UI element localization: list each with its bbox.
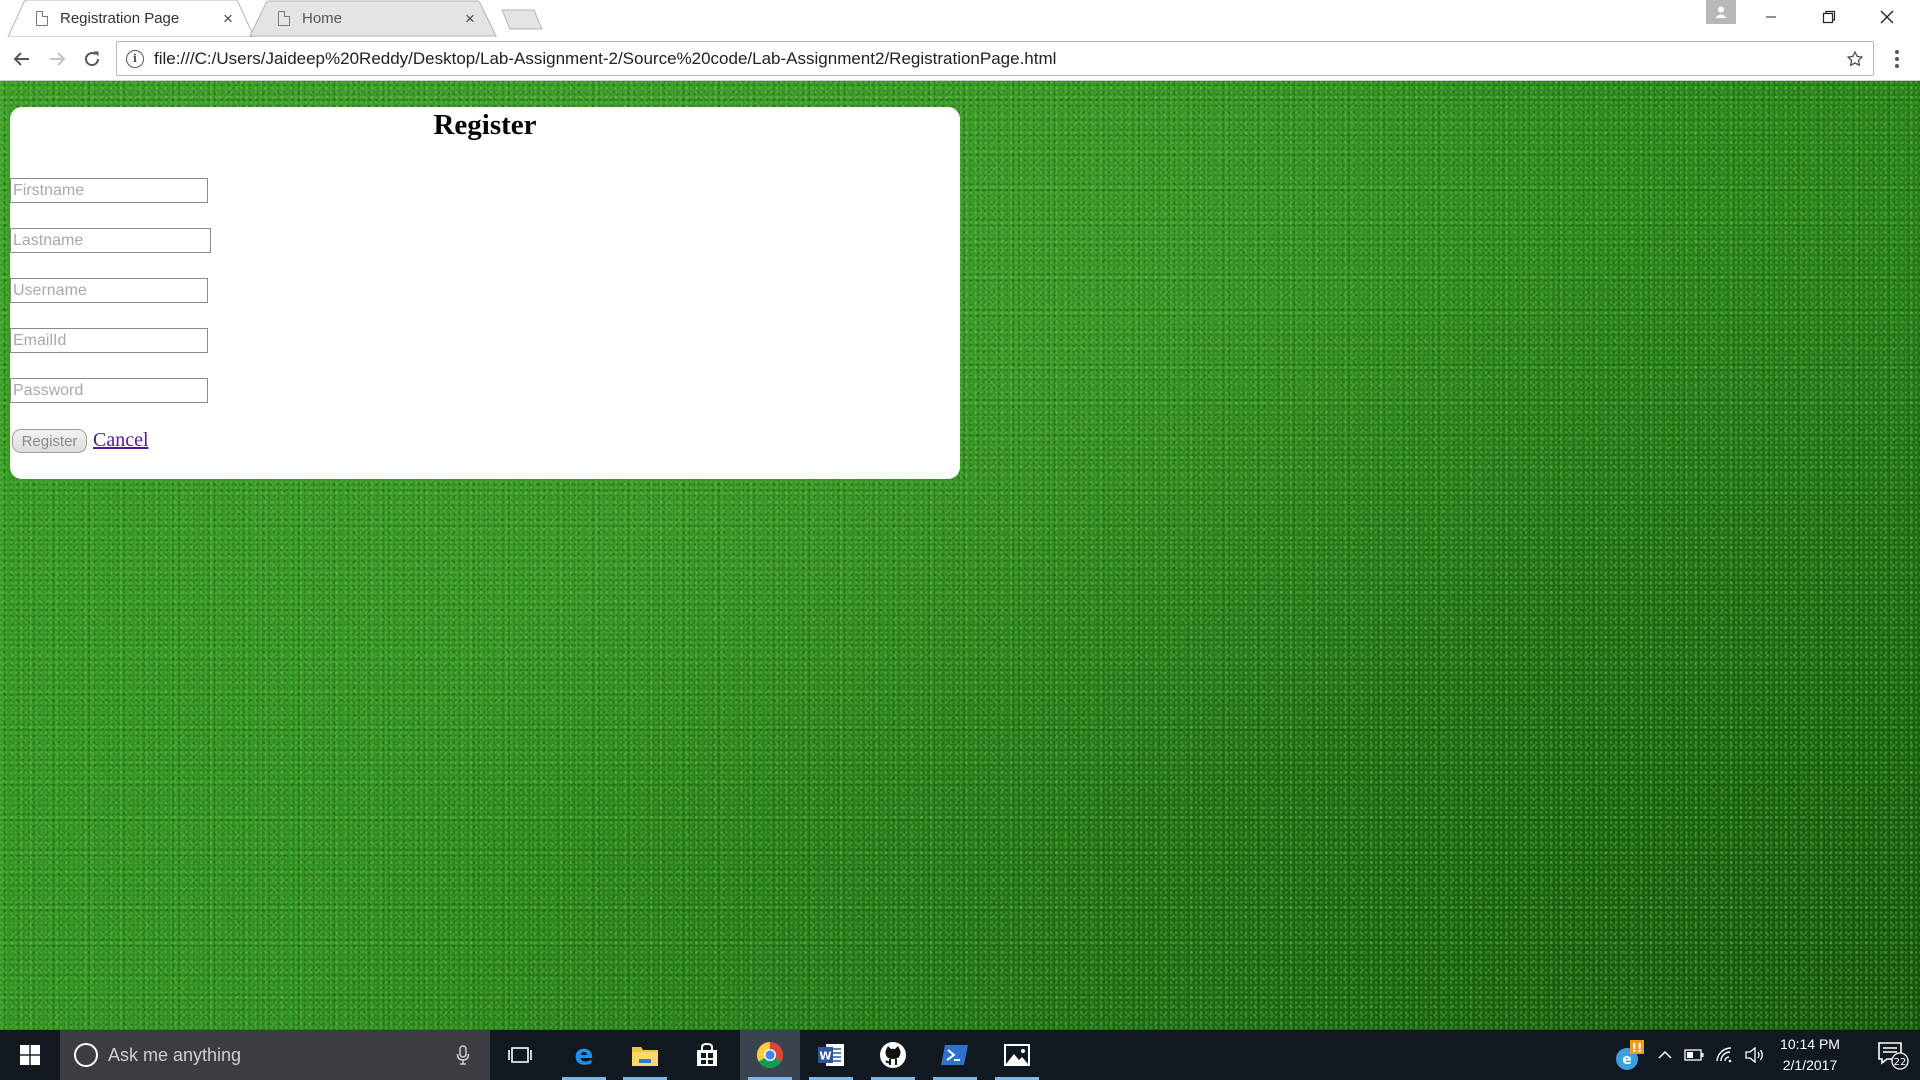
tab-registration-page[interactable]: Registration Page ×: [6, 0, 256, 37]
svg-text:e: e: [575, 1042, 594, 1068]
back-arrow-icon: [13, 52, 29, 66]
file-explorer-icon[interactable]: [615, 1030, 675, 1080]
notification-count: 22: [1894, 1057, 1907, 1068]
wifi-icon[interactable]: [1711, 1030, 1739, 1080]
clock[interactable]: 10:14 PM 2/1/2017: [1760, 1034, 1860, 1076]
password-input[interactable]: [10, 378, 208, 403]
browser-toolbar: i file:///C:/Users/Jaideep%20Reddy/Deskt…: [0, 37, 1920, 81]
edge-icon[interactable]: e: [554, 1030, 614, 1080]
page-icon: [36, 10, 49, 26]
cortana-search-box[interactable]: Ask me anything: [60, 1030, 490, 1080]
star-icon: [1847, 50, 1863, 66]
svg-text:W: W: [819, 1050, 831, 1063]
info-icon[interactable]: i: [126, 49, 144, 68]
clock-time: 10:14 PM: [1780, 1036, 1840, 1052]
powershell-icon[interactable]: [925, 1030, 985, 1080]
action-center-icon[interactable]: 22: [1866, 1030, 1920, 1080]
close-window-button[interactable]: [1858, 0, 1916, 34]
person-icon: [1715, 6, 1727, 18]
lastname-input[interactable]: [10, 228, 211, 253]
profile-button[interactable]: [1706, 0, 1736, 24]
minimize-icon: [1766, 16, 1776, 18]
svg-text:e: e: [1622, 1052, 1632, 1068]
tab-title: Home: [302, 10, 343, 27]
chevron-up-icon[interactable]: [1652, 1030, 1678, 1080]
chrome-menu-button[interactable]: [1880, 43, 1914, 75]
tab-strip: Registration Page × Home ×: [0, 0, 1920, 37]
word-icon[interactable]: W: [801, 1030, 861, 1080]
windows-logo-icon: [20, 1045, 40, 1065]
form-heading: Register: [433, 109, 537, 141]
battery-icon[interactable]: [1680, 1030, 1708, 1080]
start-button[interactable]: [0, 1030, 60, 1080]
close-icon[interactable]: ×: [218, 9, 238, 29]
notifier-badge: !!: [1632, 1041, 1643, 1055]
registration-form: Register Register Cancel: [10, 107, 960, 479]
task-view-icon[interactable]: [490, 1030, 550, 1080]
menu-dot: [1895, 50, 1899, 54]
page-icon: [278, 10, 291, 26]
page-viewport: Register Register Cancel: [0, 81, 1920, 1030]
search-placeholder: Ask me anything: [108, 1044, 242, 1065]
close-icon: [1880, 10, 1894, 24]
tab-home[interactable]: Home ×: [248, 0, 498, 37]
restore-icon: [1822, 10, 1836, 24]
close-icon[interactable]: ×: [460, 9, 480, 29]
back-button[interactable]: [6, 43, 38, 75]
forward-button[interactable]: [41, 43, 73, 75]
cancel-link[interactable]: Cancel: [93, 429, 149, 452]
windows-taskbar: Ask me anything e W e !! 10:14 PM 2/1/20…: [0, 1030, 1920, 1080]
tab-title: Registration Page: [60, 10, 180, 27]
store-icon[interactable]: [677, 1030, 737, 1080]
address-bar[interactable]: i file:///C:/Users/Jaideep%20Reddy/Deskt…: [116, 41, 1874, 76]
reload-icon: [85, 51, 100, 67]
photos-icon[interactable]: [987, 1030, 1047, 1080]
reload-button[interactable]: [76, 43, 108, 75]
minimize-button[interactable]: [1742, 0, 1800, 34]
email-input[interactable]: [10, 328, 208, 353]
update-notifier-icon[interactable]: e !!: [1612, 1030, 1646, 1080]
register-button[interactable]: Register: [12, 429, 87, 453]
github-icon[interactable]: [863, 1030, 923, 1080]
microphone-icon[interactable]: [448, 1040, 478, 1070]
menu-dot: [1895, 57, 1899, 61]
address-url[interactable]: file:///C:/Users/Jaideep%20Reddy/Desktop…: [154, 49, 1839, 69]
restore-button[interactable]: [1800, 0, 1858, 34]
chrome-icon[interactable]: [740, 1030, 800, 1080]
menu-dot: [1895, 64, 1899, 68]
forward-arrow-icon: [50, 52, 66, 66]
clock-date: 2/1/2017: [1782, 1057, 1838, 1073]
new-tab-button[interactable]: [501, 8, 543, 30]
username-input[interactable]: [10, 278, 208, 303]
cortana-icon: [74, 1043, 98, 1067]
firstname-input[interactable]: [10, 178, 208, 203]
bookmark-star-icon[interactable]: [1839, 43, 1871, 75]
